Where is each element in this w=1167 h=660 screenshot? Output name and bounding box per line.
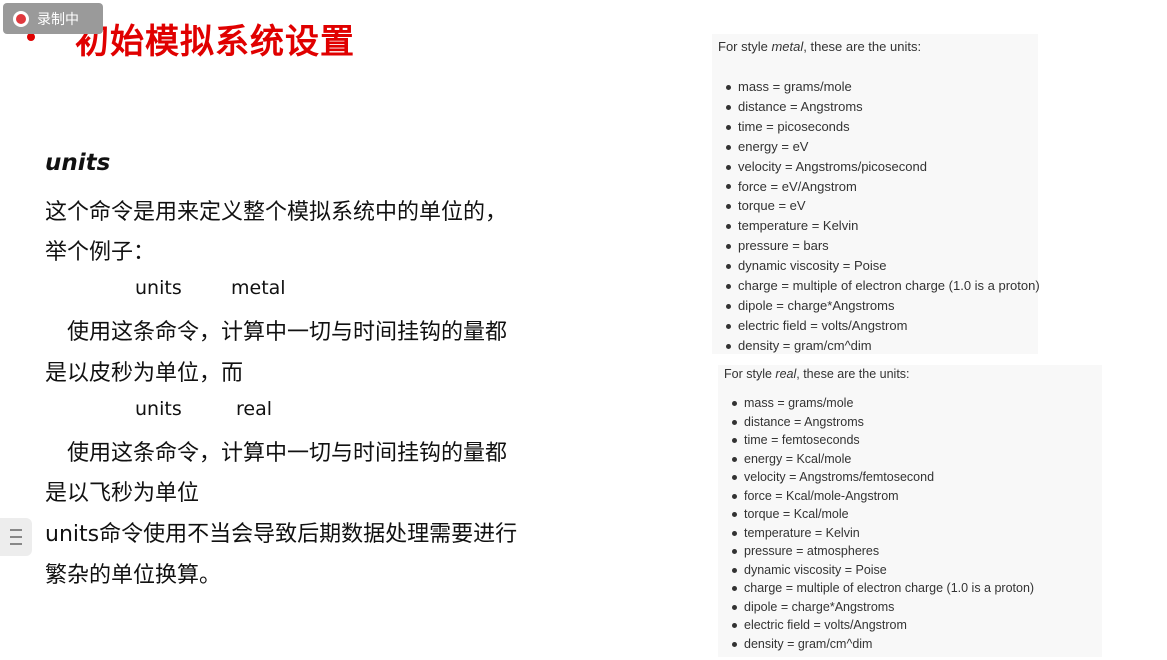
units-heading: units	[45, 150, 111, 176]
real-units-panel: For style real, these are the units: mas…	[718, 365, 1102, 657]
text-line: 举个例子：	[45, 240, 156, 265]
heading-prefix: For style	[724, 367, 776, 381]
metal-units-panel: For style metal, these are the units: ma…	[712, 34, 1040, 356]
unit-item: distance = Angstroms	[732, 413, 1034, 432]
unit-item: charge = multiple of electron charge (1.…	[732, 579, 1034, 598]
unit-item: time = picoseconds	[726, 117, 1040, 137]
text-line: 繁杂的单位换算。	[45, 563, 222, 588]
text-line: 是以皮秒为单位，而	[45, 361, 244, 386]
unit-item: density = gram/cm^dim	[726, 336, 1040, 356]
menu-bar	[10, 529, 22, 531]
menu-bar	[10, 536, 22, 538]
panel-heading: For style metal, these are the units:	[718, 39, 921, 54]
record-icon	[13, 10, 29, 27]
unit-item: electric field = volts/Angstrom	[726, 316, 1040, 336]
unit-item: torque = Kcal/mole	[732, 505, 1034, 524]
unit-item: pressure = bars	[726, 236, 1040, 256]
menu-icon[interactable]	[0, 518, 32, 556]
unit-item: temperature = Kelvin	[726, 216, 1040, 236]
heading-prefix: For style	[718, 39, 772, 54]
units-list: mass = grams/mole distance = Angstroms tim…	[732, 394, 1034, 653]
style-name: metal	[771, 39, 804, 54]
text-line: 是以飞秒为单位	[45, 481, 200, 506]
unit-item: energy = Kcal/mole	[732, 450, 1034, 469]
text-line: 使用这条命令，计算中一切与时间挂钩的量都	[67, 320, 508, 345]
unit-item: velocity = Angstroms/picosecond	[726, 157, 1040, 177]
panel-heading: For style real, these are the units:	[724, 367, 910, 381]
unit-item: torque = eV	[726, 196, 1040, 216]
recording-indicator[interactable]: 录制中	[3, 3, 103, 34]
text-line: 使用这条命令，计算中一切与时间挂钩的量都	[67, 441, 508, 466]
unit-item: force = eV/Angstrom	[726, 177, 1040, 197]
menu-bar	[10, 543, 22, 545]
unit-item: dynamic viscosity = Poise	[726, 256, 1040, 276]
heading-suffix: , these are the units:	[796, 367, 910, 381]
command-argument: real	[236, 398, 273, 420]
command-keyword: units	[135, 277, 182, 299]
unit-item: mass = grams/mole	[726, 77, 1040, 97]
slide-title: 初始模拟系统设置	[75, 22, 355, 62]
heading-suffix: , these are the units:	[803, 39, 922, 54]
text-line: 这个命令是用来定义整个模拟系统中的单位的，	[45, 200, 508, 225]
unit-item: charge = multiple of electron charge (1.…	[726, 276, 1040, 296]
unit-item: mass = grams/mole	[732, 394, 1034, 413]
title-bullet	[27, 33, 35, 41]
unit-item: time = femtoseconds	[732, 431, 1034, 450]
command-keyword: units	[135, 398, 182, 420]
text-line: units命令使用不当会导致后期数据处理需要进行	[45, 522, 518, 547]
unit-item: velocity = Angstroms/femtosecond	[732, 468, 1034, 487]
units-list: mass = grams/mole distance = Angstroms tim…	[726, 77, 1040, 356]
style-name: real	[775, 367, 797, 381]
unit-item: force = Kcal/mole-Angstrom	[732, 487, 1034, 506]
unit-item: pressure = atmospheres	[732, 542, 1034, 561]
unit-item: density = gram/cm^dim	[732, 635, 1034, 654]
command-argument: metal	[231, 277, 286, 299]
unit-item: temperature = Kelvin	[732, 524, 1034, 543]
unit-item: dynamic viscosity = Poise	[732, 561, 1034, 580]
unit-item: electric field = volts/Angstrom	[732, 616, 1034, 635]
unit-item: distance = Angstroms	[726, 97, 1040, 117]
unit-item: dipole = charge*Angstroms	[732, 598, 1034, 617]
unit-item: dipole = charge*Angstroms	[726, 296, 1040, 316]
unit-item: energy = eV	[726, 137, 1040, 157]
recording-label: 录制中	[37, 11, 79, 28]
